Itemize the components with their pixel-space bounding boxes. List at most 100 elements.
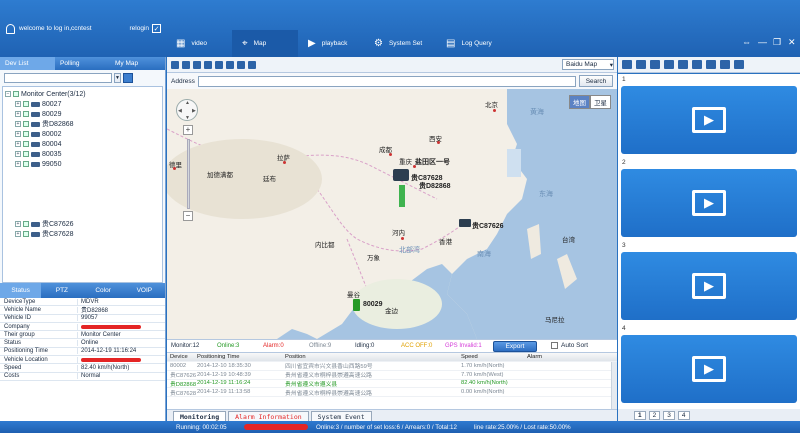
export-button[interactable]: Export xyxy=(493,341,537,352)
pin-icon[interactable]: ⇔ xyxy=(742,37,751,47)
checkbox[interactable] xyxy=(23,151,29,157)
layout-9-icon[interactable] xyxy=(650,60,660,69)
expand-icon[interactable]: + xyxy=(15,151,21,157)
table-row[interactable]: 贵C87628 2014-12-19 11:13:58 贵州省遵义市桐梓县崇遵高速公… xyxy=(167,388,617,398)
video-screen[interactable]: ▶ xyxy=(621,252,797,320)
save-icon[interactable] xyxy=(193,60,201,69)
tab-polling[interactable]: Polling xyxy=(55,57,110,70)
play-icon[interactable] xyxy=(171,60,179,69)
vehicle-marker-icon[interactable] xyxy=(353,299,360,311)
page-button[interactable]: 2 xyxy=(648,410,661,420)
tab-color[interactable]: Color xyxy=(83,283,124,298)
auto-sort-toggle[interactable]: Auto Sort xyxy=(551,342,588,349)
expand-icon[interactable]: + xyxy=(15,131,21,137)
video-slot[interactable]: 4 ▶ xyxy=(618,323,800,409)
map-type-satellite[interactable]: 卫星 xyxy=(590,95,611,109)
tab-log-query[interactable]: ▤ Log Query xyxy=(436,30,508,57)
selected-vehicle-icon[interactable] xyxy=(399,185,405,207)
col-device[interactable]: Device xyxy=(167,354,197,360)
restore-icon[interactable]: ❐ xyxy=(773,37,781,48)
layout-4-icon[interactable] xyxy=(636,60,646,69)
expand-icon[interactable]: + xyxy=(15,111,21,117)
tree-item[interactable]: +99050 xyxy=(5,159,160,169)
close-icon[interactable]: ✕ xyxy=(788,37,796,48)
tree-item[interactable]: + 贵C87626 xyxy=(5,219,160,229)
minimize-icon[interactable]: — xyxy=(758,37,767,47)
checkbox[interactable] xyxy=(23,231,29,237)
tree-item[interactable]: +80002 xyxy=(5,129,160,139)
video-screen[interactable]: ▶ xyxy=(621,335,797,403)
arrow-right-icon[interactable]: ▶ xyxy=(192,108,196,114)
checkbox[interactable] xyxy=(13,91,19,97)
expand-icon[interactable]: + xyxy=(15,141,21,147)
vehicle-marker-icon[interactable] xyxy=(459,219,471,227)
tree-item[interactable]: +80029 xyxy=(5,109,160,119)
zoom-out-button[interactable]: − xyxy=(183,211,193,221)
map-type-select[interactable]: Baidu Map ▾ xyxy=(562,59,614,70)
video-slot[interactable]: 3 ▶ xyxy=(618,240,800,323)
expand-icon[interactable]: + xyxy=(15,101,21,107)
video-slot[interactable]: 2 ▶ xyxy=(618,157,800,240)
tab-video[interactable]: ▦ video xyxy=(166,30,232,57)
square-icon[interactable] xyxy=(182,60,190,69)
zoom-icon[interactable] xyxy=(226,60,234,69)
chevron-down-icon[interactable]: ▼ xyxy=(114,73,121,83)
auto-sort-checkbox[interactable] xyxy=(551,342,558,349)
col-alarm[interactable]: Alarm xyxy=(527,354,617,360)
page-button[interactable]: 3 xyxy=(663,410,675,420)
address-input[interactable] xyxy=(197,75,576,87)
arrow-left-icon[interactable]: ◀ xyxy=(178,108,182,114)
page-button[interactable]: 4 xyxy=(677,410,690,420)
map-view[interactable]: ▲ ▼ ◀ ▶ + − 地图 卫星 黄海 东海 南海 北部湾 德里 加德满都 廷… xyxy=(167,89,617,339)
col-position[interactable]: Position xyxy=(285,354,461,360)
search-button[interactable]: Search xyxy=(579,75,613,87)
tab-voip[interactable]: VOIP xyxy=(124,283,165,298)
tree-item[interactable]: +80004 xyxy=(5,139,160,149)
checkbox[interactable] xyxy=(23,131,29,137)
expand-icon[interactable]: + xyxy=(15,231,21,237)
tab-status[interactable]: Status xyxy=(0,283,42,298)
settings-icon[interactable] xyxy=(734,60,744,69)
search-go-button[interactable] xyxy=(123,73,133,83)
tree-item[interactable]: +80035 xyxy=(5,149,160,159)
pan-control[interactable]: ▲ ▼ ◀ ▶ xyxy=(176,99,198,121)
zoom-in-button[interactable]: + xyxy=(183,125,193,135)
snapshot-icon[interactable] xyxy=(678,60,688,69)
checkbox[interactable] xyxy=(23,101,29,107)
print-icon[interactable] xyxy=(248,60,256,69)
tab-alarm-information[interactable]: Alarm Information xyxy=(228,411,309,421)
table-row[interactable]: 80002 2014-12-10 18:35:30 四川省宜宾市兴文县香山西路59号… xyxy=(167,362,617,371)
layout-16-icon[interactable] xyxy=(664,60,674,69)
tree-item[interactable]: + 贵C87628 xyxy=(5,229,160,239)
expand-icon[interactable]: + xyxy=(15,161,21,167)
stop-all-icon[interactable] xyxy=(720,60,730,69)
expand-icon[interactable] xyxy=(215,60,223,69)
layout-1-icon[interactable] xyxy=(622,60,632,69)
page-button[interactable]: 1 xyxy=(634,410,646,420)
tab-ptz[interactable]: PTZ xyxy=(41,283,82,298)
tab-monitoring[interactable]: Monitoring xyxy=(173,411,227,421)
tab-system-event[interactable]: System Event xyxy=(310,411,372,421)
col-speed[interactable]: Speed xyxy=(461,354,527,360)
tab-system-set[interactable]: ⚙ System Set xyxy=(364,30,436,57)
video-screen[interactable]: ▶ xyxy=(621,86,797,154)
vehicle-marker-icon[interactable] xyxy=(393,169,409,181)
table-scrollbar[interactable] xyxy=(611,362,617,409)
expand-icon[interactable]: + xyxy=(15,121,21,127)
fullscreen-icon[interactable] xyxy=(237,60,245,69)
volume-icon[interactable] xyxy=(706,60,716,69)
checkbox[interactable] xyxy=(23,111,29,117)
tree-item[interactable]: +80027 xyxy=(5,99,160,109)
collapse-icon[interactable]: − xyxy=(5,91,11,97)
tab-map[interactable]: ⌖ Map xyxy=(232,30,298,57)
relogin-button[interactable]: relogin ✓ xyxy=(129,24,161,33)
video-slot[interactable]: 1 ▶ xyxy=(618,74,800,157)
expand-icon[interactable]: + xyxy=(15,221,21,227)
map-type-map[interactable]: 地图 xyxy=(569,95,590,109)
arrow-up-icon[interactable]: ▲ xyxy=(185,100,190,106)
tab-playback[interactable]: ▶ playback xyxy=(298,30,364,57)
table-row[interactable]: 贵D82868 2014-12-19 11:16:24 贵州省遵义市遵义县 82.40… xyxy=(167,380,617,389)
video-screen[interactable]: ▶ xyxy=(621,169,797,237)
record-icon[interactable] xyxy=(692,60,702,69)
table-row[interactable]: 贵C87626 2014-12-19 10:48:39 贵州省遵义市桐梓县崇遵高速公… xyxy=(167,371,617,380)
